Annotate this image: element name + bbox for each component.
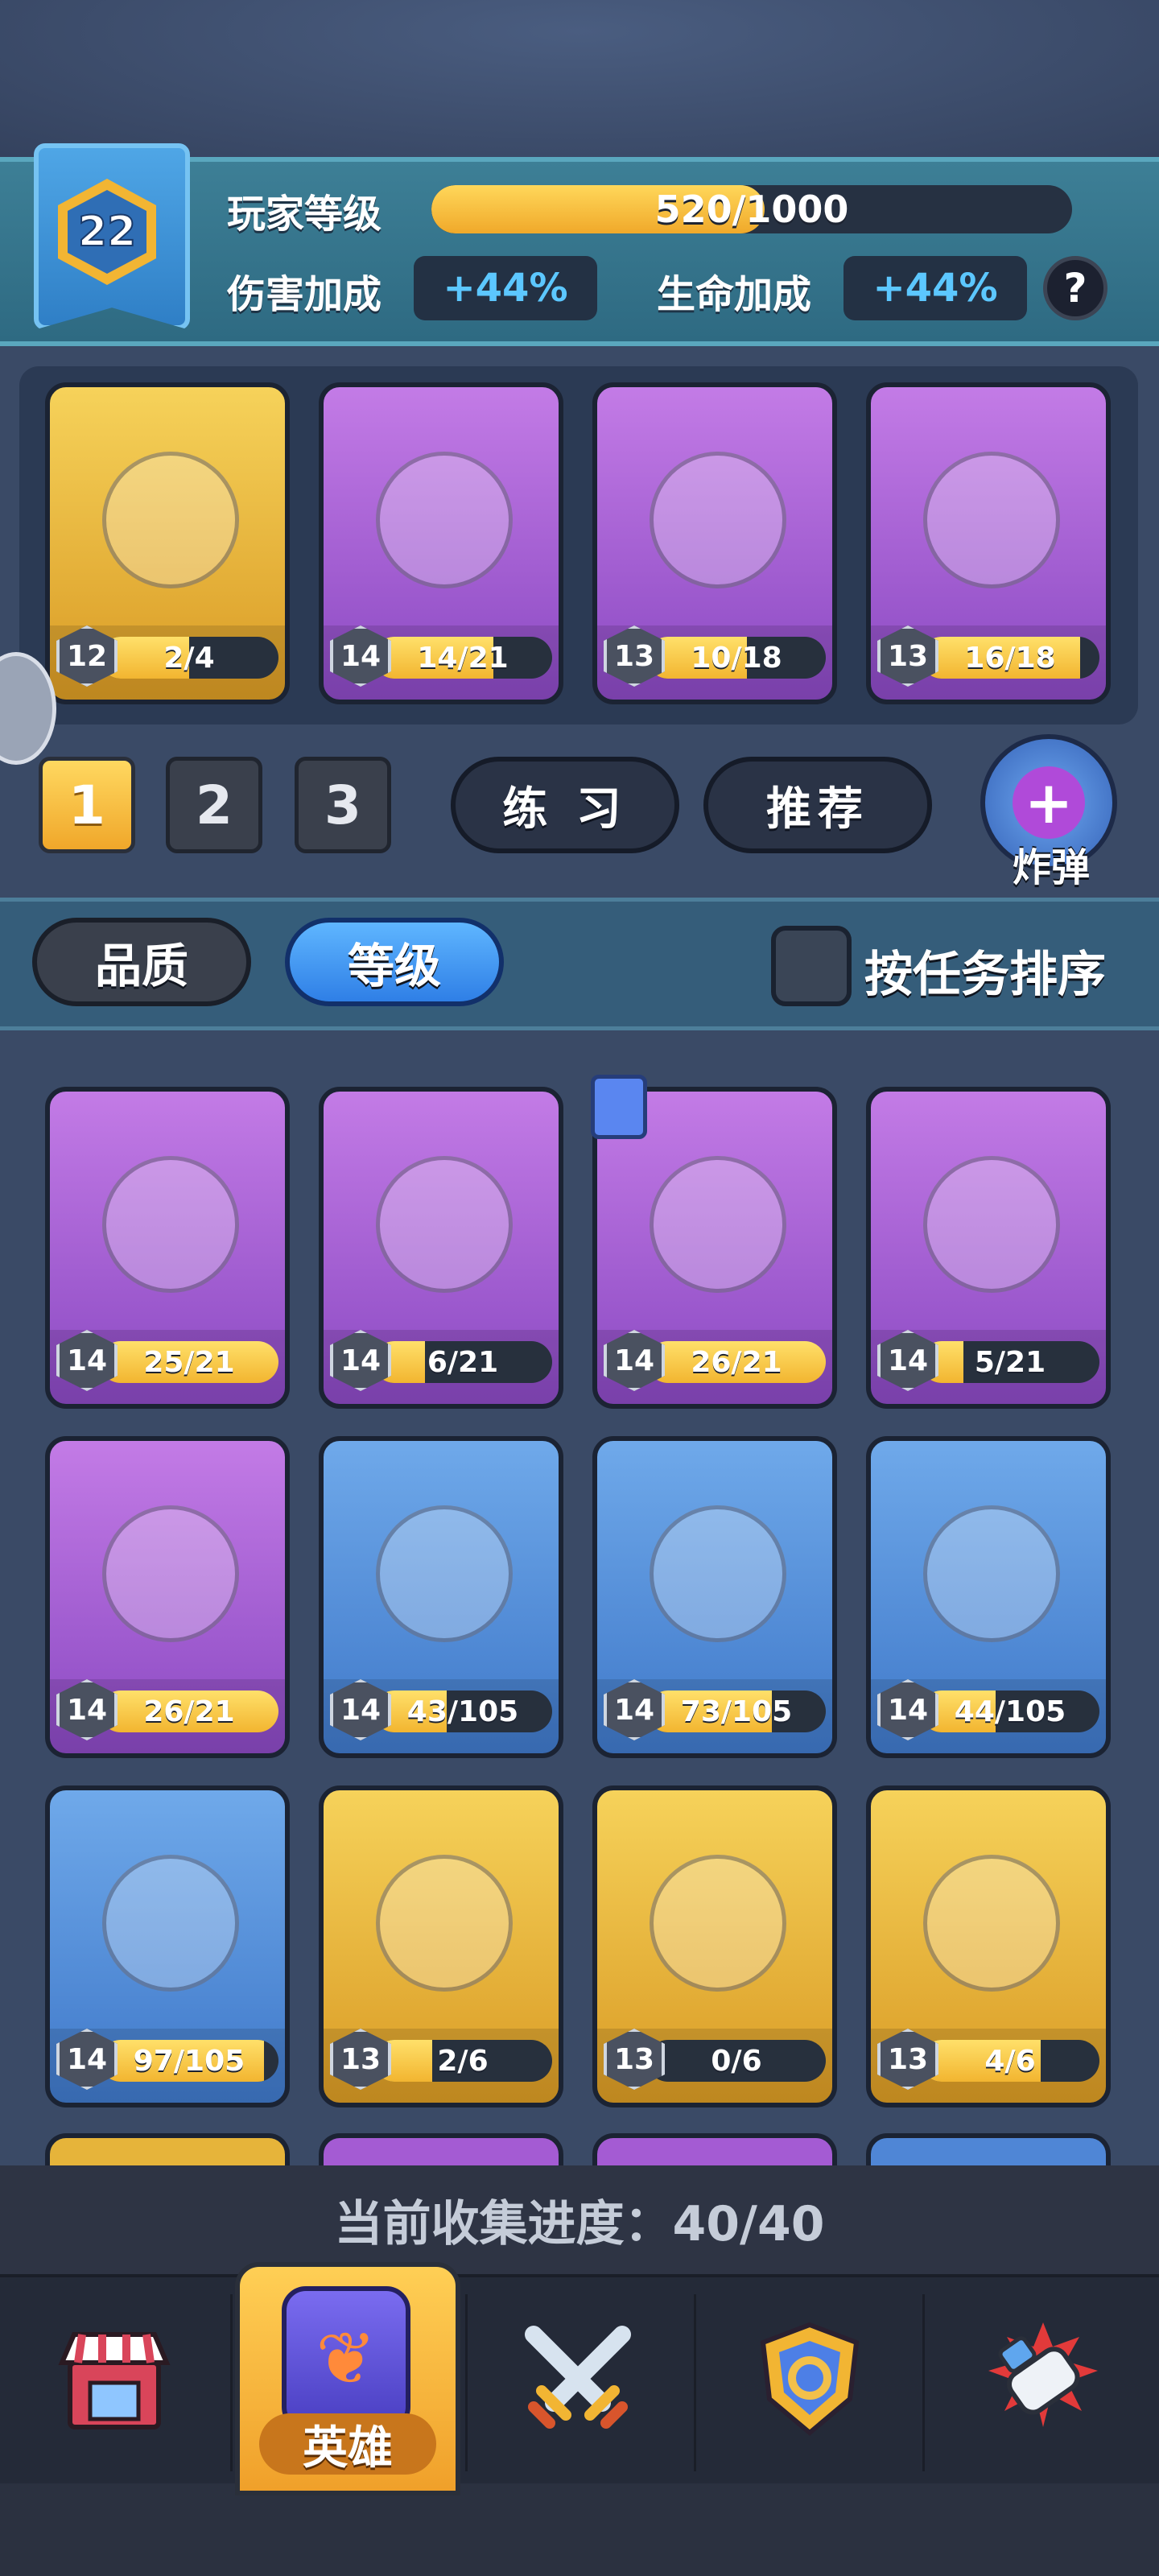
hero-card[interactable]: 97/105 14: [45, 1785, 290, 2107]
crossed-swords-icon: [525, 2326, 631, 2429]
hero-portrait: [372, 427, 517, 613]
card-progress-bar: 2/6: [373, 2040, 552, 2082]
card-progress-text: 2/4: [163, 641, 215, 675]
card-progress-text: 97/105: [133, 2044, 245, 2078]
plus-icon: +: [1013, 766, 1085, 839]
hero-portrait: [372, 1831, 517, 2016]
card-progress-bar: 5/21: [921, 1341, 1099, 1383]
damage-bonus-label: 伤害加成: [227, 272, 382, 317]
nav-separator: [922, 2294, 925, 2471]
hero-portrait: [645, 1132, 790, 1317]
deck-hero-card[interactable]: 14/21 14: [319, 382, 563, 704]
card-progress-text: 25/21: [143, 1345, 235, 1379]
hero-portrait: [372, 1132, 517, 1317]
bomb-label: 炸弹: [1012, 845, 1090, 890]
deck-slot-2-button[interactable]: 2: [166, 757, 262, 853]
deck-slot-1-button[interactable]: 1: [39, 757, 135, 853]
nav-heroes-label: 英雄: [259, 2413, 436, 2475]
health-bonus-value: +44%: [843, 256, 1027, 320]
card-progress-text: 5/21: [974, 1345, 1046, 1379]
hero-portrait: [919, 1481, 1064, 1666]
hero-portrait: [919, 1831, 1064, 2016]
hero-card[interactable]: 26/21 14: [45, 1436, 290, 1758]
card-progress-bar: 16/18: [921, 637, 1099, 679]
card-progress-bar: 26/21: [647, 1341, 826, 1383]
card-progress-bar: 10/18: [647, 637, 826, 679]
card-progress-bar: 4/6: [921, 2040, 1099, 2082]
hero-portrait: [98, 427, 243, 613]
level-filter-button[interactable]: 等级: [285, 918, 504, 1006]
nav-clan[interactable]: [729, 2298, 890, 2459]
card-progress-bar: 26/21: [100, 1690, 278, 1732]
hero-portrait: [98, 1481, 243, 1666]
clipboard-task-icon: [591, 1075, 647, 1139]
card-progress-bar: 73/105: [647, 1690, 826, 1732]
hero-card[interactable]: 4/6 13: [866, 1785, 1111, 2107]
deck-hero-card[interactable]: 16/18 13: [866, 382, 1111, 704]
card-progress-text: 14/21: [417, 641, 509, 675]
hero-portrait: [98, 1132, 243, 1317]
bottom-strip: [0, 2483, 1159, 2576]
hero-card[interactable]: 43/105 14: [319, 1436, 563, 1758]
top-background: [0, 0, 1159, 157]
card-progress-bar: 44/105: [921, 1690, 1099, 1732]
nav-separator: [230, 2294, 233, 2471]
card-progress-bar: 97/105: [100, 2040, 278, 2082]
deck-hero-card[interactable]: 2/4 12: [45, 382, 290, 704]
hero-portrait: [645, 1831, 790, 2016]
hero-card[interactable]: 0/6 13: [592, 1785, 837, 2107]
gauntlet-icon: [988, 2322, 1098, 2427]
help-button[interactable]: ?: [1043, 256, 1107, 320]
card-progress-text: 4/6: [984, 2044, 1036, 2078]
practice-button[interactable]: 练 习: [451, 757, 679, 853]
card-progress-bar: 25/21: [100, 1341, 278, 1383]
health-bonus-label: 生命加成: [657, 272, 812, 317]
player-level-label: 玩家等级: [227, 192, 382, 237]
hero-portrait: [645, 427, 790, 613]
card-progress-bar: 14/21: [373, 637, 552, 679]
card-progress-text: 26/21: [691, 1345, 782, 1379]
deck-slot-3-button[interactable]: 3: [295, 757, 391, 853]
hero-card[interactable]: 44/105 14: [866, 1436, 1111, 1758]
hero-card[interactable]: 25/21 14: [45, 1087, 290, 1409]
hero-card[interactable]: 6/21 14: [319, 1087, 563, 1409]
card-progress-text: 16/18: [964, 641, 1056, 675]
sort-by-task-label: 按任务排序: [864, 947, 1106, 1003]
sort-by-task-checkbox[interactable]: [771, 926, 852, 1006]
card-progress-text: 73/105: [680, 1695, 793, 1728]
nav-battle[interactable]: [497, 2298, 658, 2459]
xp-text: 520/1000: [654, 188, 849, 231]
quality-filter-button[interactable]: 品质: [32, 918, 251, 1006]
recommend-button[interactable]: 推荐: [703, 757, 932, 853]
deck-hero-card[interactable]: 10/18 13: [592, 382, 837, 704]
hero-portrait: [645, 1481, 790, 1666]
hero-portrait: [372, 1481, 517, 1666]
nav-shop[interactable]: [34, 2298, 195, 2459]
collection-progress: 当前收集进度：40/40: [0, 2165, 1159, 2274]
hero-card[interactable]: 5/21 14: [866, 1087, 1111, 1409]
card-progress-bar: 2/4: [100, 637, 278, 679]
card-progress-bar: 0/6: [647, 2040, 826, 2082]
shop-icon: [58, 2332, 171, 2429]
card-progress-text: 6/21: [427, 1345, 499, 1379]
hero-card[interactable]: 73/105 14: [592, 1436, 837, 1758]
damage-bonus-value: +44%: [414, 256, 597, 320]
hero-portrait: [919, 427, 1064, 613]
hero-card-flame-icon: ❦: [282, 2286, 410, 2431]
card-progress-bar: 6/21: [373, 1341, 552, 1383]
card-progress-text: 0/6: [711, 2044, 762, 2078]
hero-portrait: [919, 1132, 1064, 1317]
shield-emblem-icon: [760, 2322, 860, 2436]
card-progress-text: 26/21: [143, 1695, 235, 1728]
card-progress-bar: 43/105: [373, 1690, 552, 1732]
hero-portrait: [98, 1831, 243, 2016]
nav-separator: [694, 2294, 696, 2471]
card-progress-text: 43/105: [406, 1695, 519, 1728]
nav-separator: [465, 2294, 468, 2471]
nav-events[interactable]: [963, 2298, 1124, 2459]
card-progress-text: 2/6: [437, 2044, 489, 2078]
hero-card[interactable]: 2/6 13: [319, 1785, 563, 2107]
card-progress-text: 44/105: [954, 1695, 1066, 1728]
card-progress-text: 10/18: [691, 641, 782, 675]
